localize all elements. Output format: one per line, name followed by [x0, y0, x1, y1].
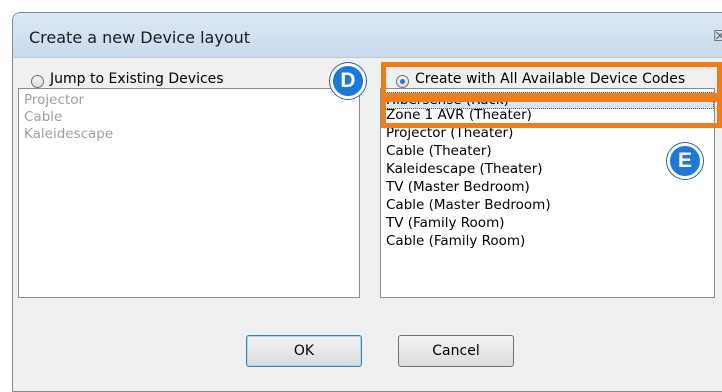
ok-button[interactable]: OK: [246, 335, 362, 367]
list-item[interactable]: TV (Master Bedroom): [386, 179, 530, 195]
list-item[interactable]: Cable (Family Room): [386, 233, 525, 249]
annotation-badge-d: D: [330, 63, 366, 99]
existing-devices-list[interactable]: Projector Cable Kaleidescape: [18, 88, 360, 298]
close-icon[interactable]: ☒: [713, 27, 722, 45]
list-item[interactable]: Cable (Theater): [386, 143, 492, 159]
list-item[interactable]: Cable (Master Bedroom): [386, 197, 551, 213]
jump-to-existing-radio[interactable]: [31, 75, 44, 88]
dialog-title: Create a new Device layout: [29, 28, 251, 47]
cancel-button[interactable]: Cancel: [398, 335, 514, 367]
list-item[interactable]: TV (Family Room): [386, 215, 504, 231]
list-item[interactable]: Projector: [24, 92, 84, 108]
annotation-badge-e: E: [667, 143, 703, 179]
list-item[interactable]: Kaleidescape: [24, 126, 113, 142]
list-item[interactable]: Kaleidescape (Theater): [386, 161, 543, 177]
highlight-box-first-item: [381, 97, 722, 128]
jump-to-existing-label[interactable]: Jump to Existing Devices: [50, 71, 224, 87]
list-item[interactable]: Cable: [24, 109, 62, 125]
title-bar: Create a new Device layout ☒: [13, 13, 722, 58]
highlight-box-create-option: [381, 62, 722, 98]
